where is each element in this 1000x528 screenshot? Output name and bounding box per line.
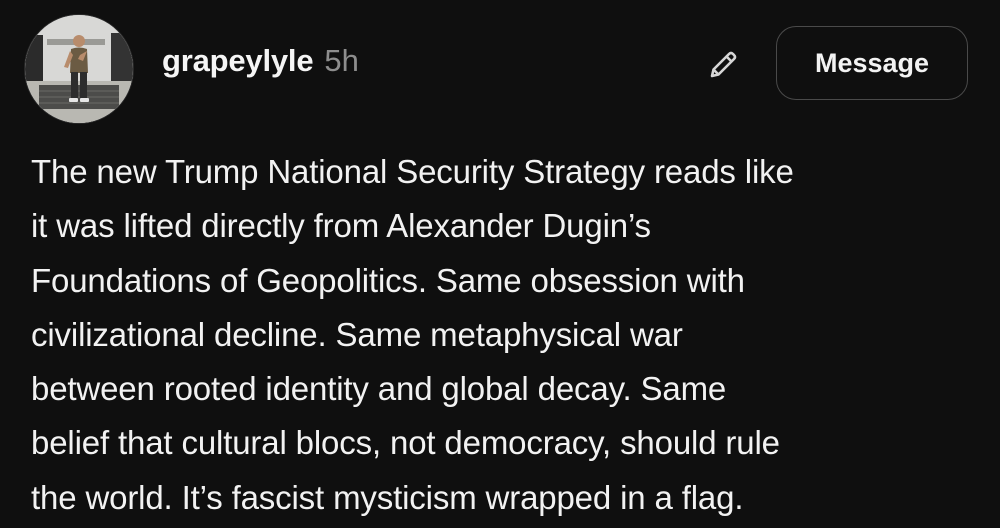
pencil-icon — [710, 51, 737, 78]
post-text-line: belief that cultural blocs, not democrac… — [31, 424, 780, 462]
post-text-line: The new Trump National Security Strategy… — [31, 153, 794, 190]
edit-button[interactable] — [700, 42, 746, 88]
post-text-line: between rooted identity and global decay… — [31, 370, 727, 408]
post-text-line: it was lifted directly from Alexander Du… — [31, 207, 651, 245]
profile-photo-icon — [25, 15, 133, 123]
post-text-line: civilizational decline. Same metaphysica… — [31, 315, 683, 353]
post-text-line: Foundations of Geopolitics. Same obsessi… — [31, 261, 745, 299]
post-header: grapeylyle 5h — [162, 43, 359, 87]
author-username[interactable]: grapeylyle — [162, 43, 314, 79]
post-timestamp: 5h — [324, 43, 359, 78]
post-body: The new Trump National Security Strategy… — [31, 145, 976, 525]
message-button[interactable]: Message — [776, 26, 968, 100]
post-text-line: the world. It’s fascist mysticism wrappe… — [31, 478, 744, 516]
author-avatar[interactable] — [24, 14, 134, 124]
thread-post: grapeylyle 5h Message The new Trump Nati… — [0, 0, 1000, 528]
